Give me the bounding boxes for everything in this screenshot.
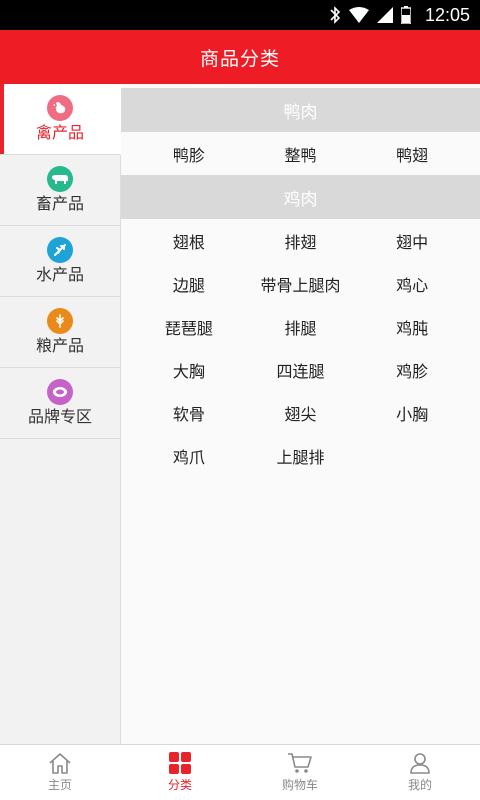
item-grid: 翅根 排翅 翅中 边腿 带骨上腿肉 鸡心 琵琶腿 排腿 鸡肫 大胸 四连腿 鸡胗… — [121, 219, 480, 477]
section-chicken: 鸡肉 翅根 排翅 翅中 边腿 带骨上腿肉 鸡心 琵琶腿 排腿 鸡肫 大胸 四连腿… — [121, 175, 480, 477]
category-item[interactable]: 鸭胗 — [133, 132, 245, 175]
category-item[interactable]: 排翅 — [245, 219, 357, 262]
category-item[interactable]: 琵琶腿 — [133, 305, 245, 348]
category-item[interactable]: 鸭翅 — [356, 132, 468, 175]
category-item[interactable]: 鸡肫 — [356, 305, 468, 348]
category-item[interactable]: 鸡心 — [356, 262, 468, 305]
nav-label: 我的 — [407, 778, 432, 792]
category-item[interactable]: 上腿排 — [245, 434, 357, 477]
sidebar-item-label: 粮产品 — [35, 336, 84, 355]
grain-icon — [47, 308, 73, 334]
item-grid: 鸭胗 整鸭 鸭翅 — [121, 132, 480, 175]
battery-icon — [400, 6, 411, 24]
cow-icon — [47, 166, 73, 192]
sidebar-item-grain[interactable]: 粮产品 — [0, 297, 120, 368]
home-icon — [48, 752, 72, 776]
section-duck: 鸭肉 鸭胗 整鸭 鸭翅 — [121, 88, 480, 175]
section-header: 鸭肉 — [121, 88, 480, 132]
nav-cart[interactable]: 购物车 — [240, 745, 360, 800]
sidebar-item-brand[interactable]: 品牌专区 — [0, 368, 120, 439]
nav-category[interactable]: 分类 — [120, 745, 240, 800]
category-item[interactable]: 翅根 — [133, 219, 245, 262]
category-item[interactable]: 排腿 — [245, 305, 357, 348]
sidebar-item-livestock[interactable]: 畜产品 — [0, 155, 120, 226]
category-item[interactable]: 鸡爪 — [133, 434, 245, 477]
bluetooth-icon — [329, 6, 341, 24]
sidebar-item-aquatic[interactable]: 水产品 — [0, 226, 120, 297]
category-item[interactable]: 四连腿 — [245, 348, 357, 391]
sidebar-item-label: 畜产品 — [35, 194, 84, 213]
category-item[interactable]: 带骨上腿肉 — [245, 262, 357, 305]
bottom-nav: 主页 分类 购物车 我的 — [0, 744, 480, 800]
sidebar-item-label: 品牌专区 — [27, 407, 92, 426]
category-item[interactable]: 边腿 — [133, 262, 245, 305]
category-item[interactable]: 小胸 — [356, 391, 468, 434]
category-icon — [169, 752, 191, 776]
nav-label: 购物车 — [281, 778, 318, 792]
fish-icon — [47, 237, 73, 263]
brand-icon — [47, 379, 73, 405]
category-sidebar: 禽产品 畜产品 水产品 粮产品 品牌专区 — [0, 84, 121, 744]
cart-icon — [287, 752, 313, 776]
sidebar-item-label: 禽产品 — [35, 123, 84, 142]
nav-profile[interactable]: 我的 — [360, 745, 480, 800]
category-item[interactable]: 翅尖 — [245, 391, 357, 434]
section-header: 鸡肉 — [121, 175, 480, 219]
category-item[interactable]: 大胸 — [133, 348, 245, 391]
category-item[interactable]: 翅中 — [356, 219, 468, 262]
category-item[interactable]: 整鸭 — [245, 132, 357, 175]
category-content: 鸭肉 鸭胗 整鸭 鸭翅 鸡肉 翅根 排翅 翅中 边腿 带骨上腿肉 鸡心 琵琶腿 … — [121, 84, 480, 744]
sidebar-item-label: 水产品 — [35, 265, 84, 284]
wifi-icon — [348, 7, 369, 23]
profile-icon — [409, 752, 431, 776]
page-title: 商品分类 — [199, 47, 280, 70]
status-bar: 12:05 — [0, 0, 480, 30]
category-item[interactable]: 软骨 — [133, 391, 245, 434]
nav-label: 主页 — [47, 778, 72, 792]
signal-icon — [376, 7, 393, 23]
rooster-icon — [47, 95, 73, 121]
title-bar: 商品分类 — [0, 30, 480, 84]
nav-home[interactable]: 主页 — [0, 745, 120, 800]
sidebar-item-poultry[interactable]: 禽产品 — [0, 84, 121, 155]
nav-label: 分类 — [167, 778, 192, 792]
category-item[interactable]: 鸡胗 — [356, 348, 468, 391]
status-time: 12:05 — [424, 4, 470, 25]
